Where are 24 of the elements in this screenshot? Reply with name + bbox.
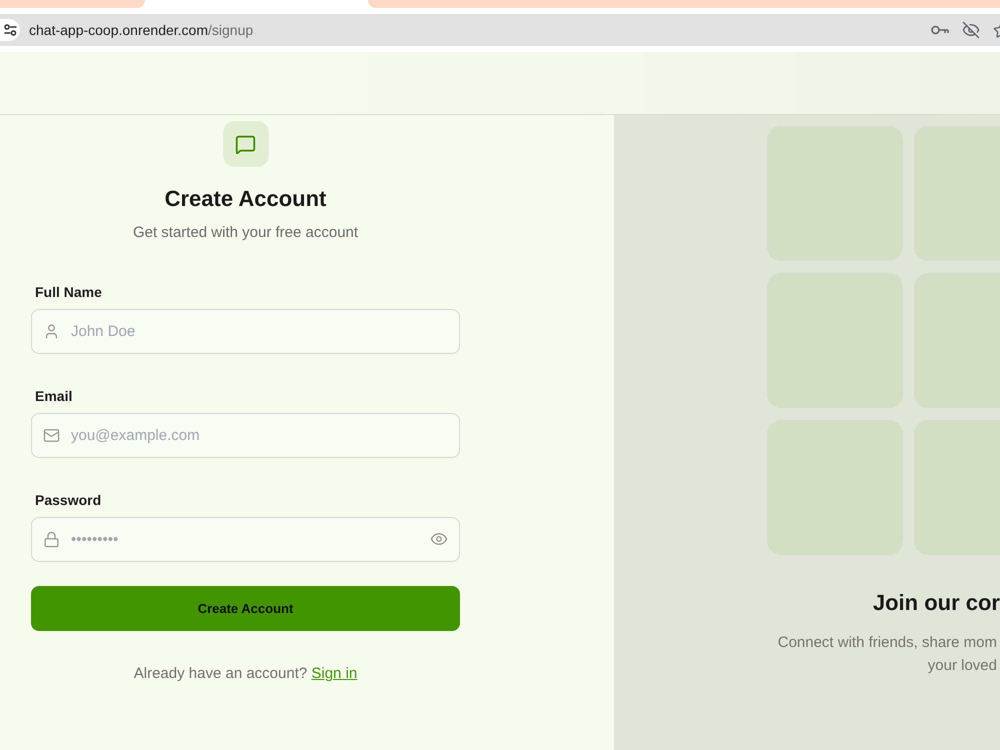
- key-icon[interactable]: [931, 25, 949, 35]
- mail-icon: [43, 427, 60, 444]
- chat-logo-icon: [222, 121, 268, 167]
- field-label: Full Name: [35, 283, 102, 302]
- showcase-heading: Join our cor: [872, 589, 1000, 617]
- eye-off-icon[interactable]: [962, 21, 980, 39]
- full-name-input[interactable]: John Doe: [31, 309, 460, 354]
- password-input[interactable]: •••••••••: [31, 517, 460, 562]
- create-account-button[interactable]: Create Account: [31, 586, 460, 631]
- address-bar[interactable]: chat-app-coop.onrender.com/signup: [0, 14, 1000, 46]
- signin-prompt: Already have an account? Sign in: [134, 664, 358, 684]
- email-input[interactable]: you@example.com: [31, 413, 460, 458]
- sign-in-link[interactable]: Sign in: [311, 665, 358, 682]
- showcase-text: Connect with friends, share mom your loved: [778, 633, 998, 676]
- site-info-button[interactable]: [0, 19, 20, 41]
- page-title: Create Account: [164, 185, 326, 213]
- lock-icon: [43, 531, 60, 548]
- field-label: Password: [35, 491, 102, 510]
- eye-icon[interactable]: [430, 530, 448, 548]
- url-text: chat-app-coop.onrender.com/signup: [29, 20, 254, 40]
- page-subtitle: Get started with your free account: [132, 223, 358, 243]
- field-label: Email: [35, 387, 72, 406]
- user-icon: [43, 323, 60, 340]
- sliders-icon: [4, 24, 16, 36]
